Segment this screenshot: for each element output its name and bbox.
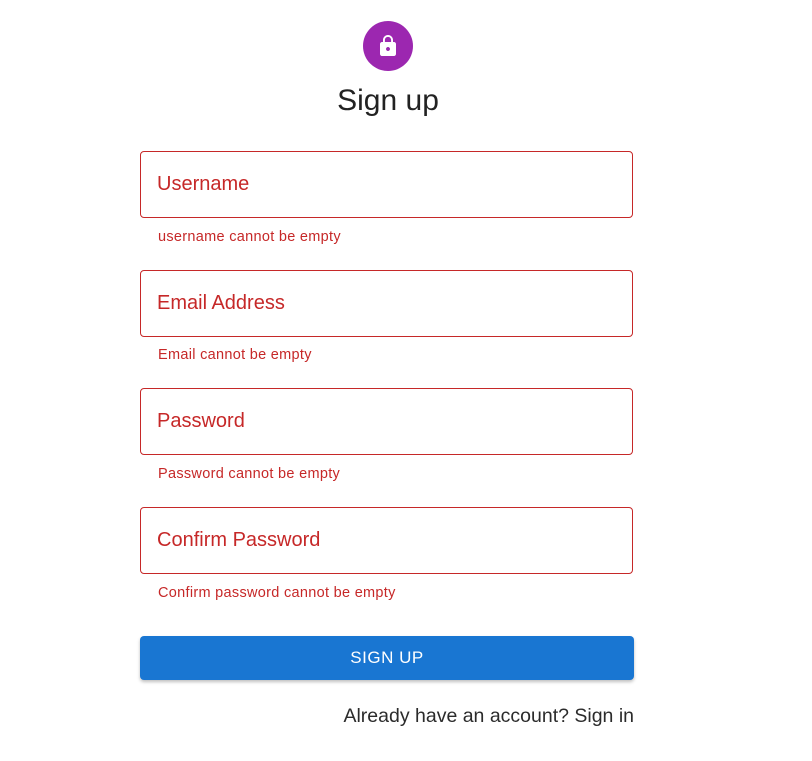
avatar [363, 21, 413, 71]
username-error: username cannot be empty [158, 229, 341, 245]
password-input[interactable] [141, 389, 632, 454]
password-error: Password cannot be empty [158, 466, 341, 482]
confirm-password-input[interactable] [141, 508, 632, 573]
page-title: Sign up [337, 84, 439, 117]
username-field[interactable] [140, 151, 633, 218]
confirm-password-field[interactable] [140, 507, 633, 574]
username-input[interactable] [141, 152, 632, 217]
lock-icon [380, 35, 396, 56]
confirm-password-error: Confirm password cannot be empty [158, 585, 396, 601]
sign-up-button[interactable]: SIGN UP [140, 636, 634, 680]
email-input[interactable] [141, 271, 632, 336]
email-field[interactable] [140, 270, 633, 337]
sign-in-link[interactable]: Already have an account? Sign in [343, 704, 634, 728]
email-error: Email cannot be empty [158, 347, 312, 363]
signup-page: Sign up username cannot be empty Email c… [0, 0, 812, 761]
password-field[interactable] [140, 388, 633, 455]
